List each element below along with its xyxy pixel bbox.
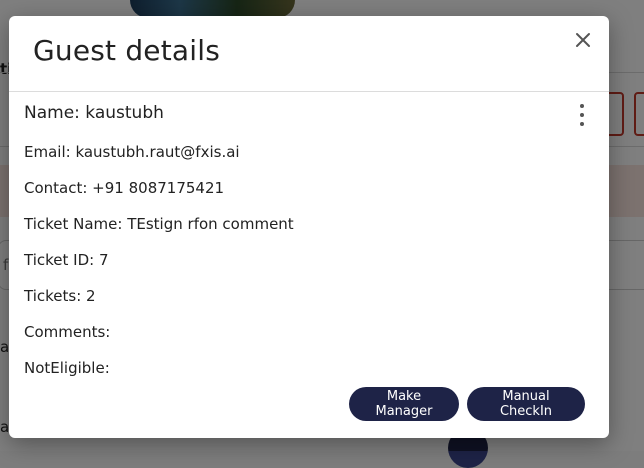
modal-title: Guest details xyxy=(33,34,221,67)
kebab-menu-dot xyxy=(580,122,584,126)
close-button[interactable] xyxy=(571,28,595,52)
guest-name: Name: kaustubh xyxy=(24,103,164,123)
guest-email: Email: kaustubh.raut@fxis.ai xyxy=(24,143,240,161)
manual-checkin-button[interactable]: Manual CheckIn xyxy=(467,387,585,421)
guest-not-eligible: NotEligible: xyxy=(24,359,110,377)
guest-tickets-count: Tickets: 2 xyxy=(24,287,96,305)
close-icon xyxy=(576,33,590,47)
guest-ticket-name: Ticket Name: TEstign rfon comment xyxy=(24,215,294,233)
guest-ticket-id: Ticket ID: 7 xyxy=(24,251,109,269)
guest-comments: Comments: xyxy=(24,323,111,341)
guest-details-modal: Guest details Name: kaustubh Email: kaus… xyxy=(9,16,609,438)
kebab-menu-icon xyxy=(580,104,584,108)
more-options-button[interactable] xyxy=(577,104,587,126)
modal-header: Guest details xyxy=(9,16,609,92)
guest-contact: Contact: +91 8087175421 xyxy=(24,179,225,197)
kebab-menu-dot xyxy=(580,113,584,117)
make-manager-button[interactable]: Make Manager xyxy=(349,387,459,421)
